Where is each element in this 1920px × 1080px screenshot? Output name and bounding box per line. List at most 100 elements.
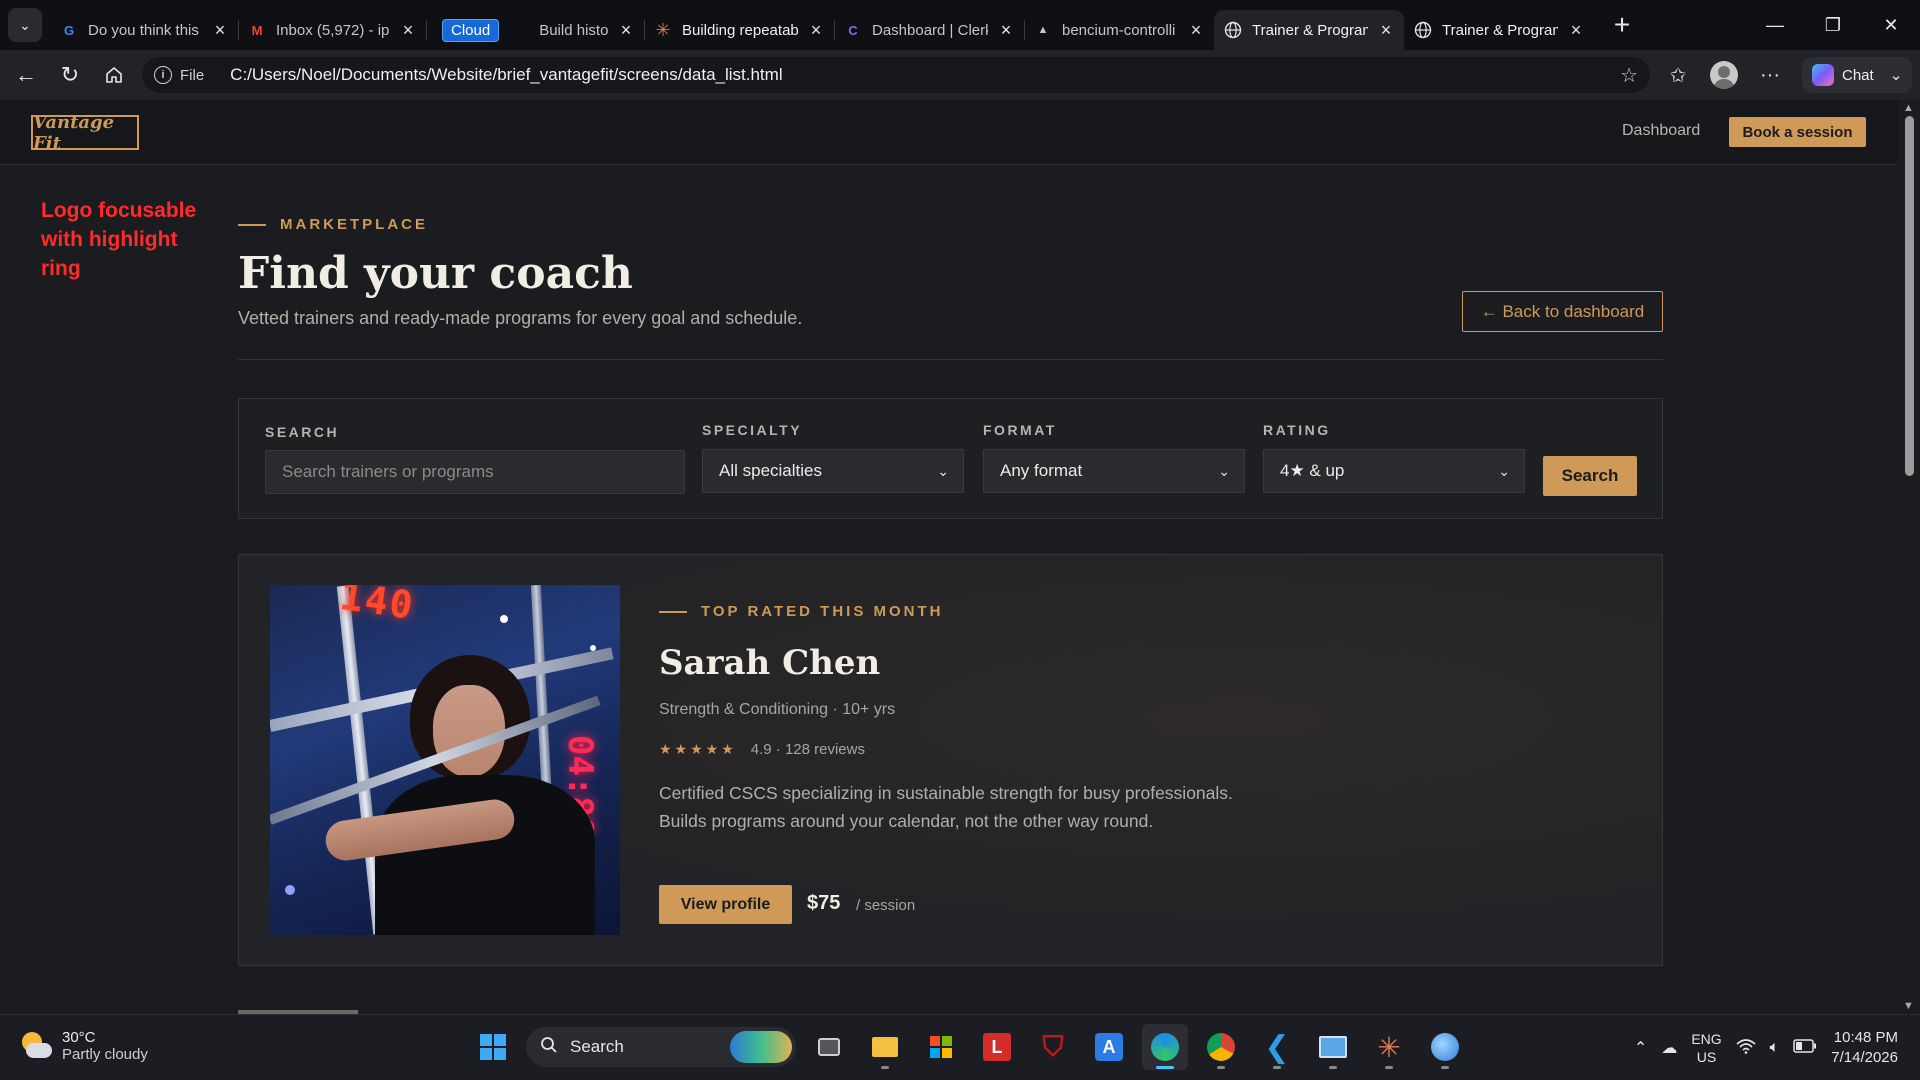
- vscode-icon[interactable]: ❮: [1254, 1024, 1300, 1070]
- featured-trainer-card: 140 04:80 TOP RATED THIS MONTH Sarah Che…: [238, 554, 1663, 966]
- lastpass-icon[interactable]: L: [974, 1024, 1020, 1070]
- photo-element: [500, 615, 508, 623]
- section-eyebrow: MARKETPLACE: [238, 216, 428, 233]
- info-icon[interactable]: i: [154, 66, 172, 84]
- close-icon[interactable]: ×: [618, 21, 634, 39]
- view-profile-button[interactable]: View profile: [659, 885, 792, 924]
- scroll-down-icon[interactable]: ▼: [1903, 1000, 1914, 1012]
- scheme-label: File: [180, 66, 205, 84]
- close-icon[interactable]: ×: [1378, 21, 1394, 39]
- favorites-icon[interactable]: ✩: [1658, 55, 1698, 95]
- start-button[interactable]: [470, 1024, 516, 1070]
- close-window-icon[interactable]: ✕: [1862, 0, 1920, 50]
- globe-icon: [1414, 21, 1432, 39]
- chrome-icon[interactable]: [1198, 1024, 1244, 1070]
- vercel-icon: ▲: [1037, 24, 1049, 36]
- rating-select[interactable]: 4★ & up ⌄: [1263, 449, 1525, 493]
- browser-app-icon[interactable]: [1422, 1024, 1468, 1070]
- browser-tab[interactable]: C Dashboard | Clerk ×: [834, 10, 1024, 50]
- photo-element: [375, 775, 595, 935]
- close-icon[interactable]: ×: [400, 21, 416, 39]
- format-select[interactable]: Any format ⌄: [983, 449, 1245, 493]
- url-text[interactable]: C:/Users/Noel/Documents/Website/brief_va…: [230, 65, 1612, 85]
- book-session-button[interactable]: Book a session: [1729, 117, 1866, 147]
- scrollbar-thumb[interactable]: [1905, 116, 1914, 476]
- home-icon[interactable]: [92, 53, 136, 97]
- search-label: Search: [570, 1037, 624, 1056]
- drawing-app-icon[interactable]: A: [1086, 1024, 1132, 1070]
- format-value: Any format: [1000, 461, 1083, 480]
- file-explorer-icon[interactable]: [862, 1024, 908, 1070]
- chevron-down-icon: ⌄: [1889, 67, 1903, 84]
- browser-tab[interactable]: ✳ Building repeatabl ×: [644, 10, 834, 50]
- remote-desktop-icon[interactable]: [1310, 1024, 1356, 1070]
- chevron-up-icon[interactable]: ⌃: [1634, 1038, 1647, 1058]
- gmail-icon: M: [251, 22, 263, 38]
- trainer-name: Sarah Chen: [659, 643, 881, 683]
- claude-app-icon[interactable]: ✳: [1366, 1024, 1412, 1070]
- minimize-icon[interactable]: —: [1746, 0, 1804, 50]
- battery-icon[interactable]: [1793, 1038, 1817, 1058]
- photo-element: [285, 885, 295, 895]
- specialty-select[interactable]: All specialties ⌄: [702, 449, 964, 493]
- onedrive-icon[interactable]: ☁: [1661, 1038, 1677, 1058]
- close-icon[interactable]: ×: [998, 21, 1014, 39]
- browser-tab[interactable]: G Do you think this ×: [50, 10, 238, 50]
- close-icon[interactable]: ×: [1568, 21, 1584, 39]
- tab-title: Do you think this: [88, 21, 199, 39]
- page-subtitle: Vetted trainers and ready-made programs …: [238, 308, 803, 328]
- weather-widget[interactable]: 30°C Partly cloudy: [20, 1029, 148, 1063]
- search-label: SEARCH: [265, 424, 340, 440]
- browser-tab[interactable]: Cloud Build history – Clo ×: [426, 10, 644, 50]
- mcafee-icon[interactable]: ⛉: [1030, 1024, 1076, 1070]
- scroll-up-icon[interactable]: ▲: [1903, 102, 1914, 114]
- new-tab-button[interactable]: +: [1600, 3, 1644, 47]
- browser-tab[interactable]: ▲ bencium-controlli ×: [1024, 10, 1214, 50]
- restore-icon[interactable]: ❐: [1804, 0, 1862, 50]
- close-icon[interactable]: ×: [808, 21, 824, 39]
- volume-icon[interactable]: 🔈︎: [1770, 1039, 1780, 1057]
- address-bar[interactable]: i File C:/Users/Noel/Documents/Website/b…: [142, 57, 1650, 93]
- search-icon: [540, 1036, 558, 1059]
- chevron-down-icon: ⌄: [8, 8, 42, 42]
- specialty-value: All specialties: [719, 461, 822, 480]
- price-unit: / session: [856, 897, 916, 914]
- close-icon[interactable]: ×: [1188, 21, 1204, 39]
- wifi-icon[interactable]: [1736, 1038, 1756, 1059]
- reload-icon[interactable]: ↻: [48, 53, 92, 97]
- photo-element: [433, 685, 505, 777]
- copilot-icon: [1812, 64, 1834, 86]
- search-highlight-image: [730, 1031, 792, 1063]
- more-menu-icon[interactable]: ···: [1750, 55, 1790, 95]
- tab-title: Inbox (5,972) - ip: [276, 21, 390, 39]
- tab-title: bencium-controlli: [1062, 21, 1176, 39]
- browser-tab-active[interactable]: Trainer & Program ×: [1214, 10, 1404, 50]
- back-arrow-icon[interactable]: ←: [4, 53, 48, 97]
- chevron-down-icon: ⌄: [1218, 462, 1230, 479]
- browser-tab[interactable]: Trainer & Program ×: [1404, 10, 1594, 50]
- browser-tab[interactable]: M Inbox (5,972) - ip ×: [238, 10, 426, 50]
- search-input[interactable]: Search trainers or programs: [265, 450, 685, 494]
- edge-browser-icon[interactable]: [1142, 1024, 1188, 1070]
- page-scrollbar[interactable]: ▲ ▼: [1898, 100, 1920, 1014]
- tab-actions-menu[interactable]: ⌄: [0, 0, 50, 50]
- chevron-down-icon: ⌄: [937, 462, 949, 479]
- copilot-chat-button[interactable]: Chat ⌄: [1802, 57, 1913, 93]
- system-clock[interactable]: 10:48 PM 7/14/2026: [1831, 1028, 1898, 1068]
- search-button[interactable]: Search: [1543, 456, 1637, 496]
- favorite-star-icon[interactable]: ☆: [1620, 63, 1638, 88]
- input-language[interactable]: ENG US: [1691, 1030, 1721, 1066]
- tab-title: Building repeatabl: [682, 21, 798, 39]
- filter-panel: SEARCH Search trainers or programs SPECI…: [238, 398, 1663, 519]
- task-view-icon[interactable]: [806, 1024, 852, 1070]
- site-logo[interactable]: Vantage Fit: [31, 112, 139, 154]
- back-to-dashboard-button[interactable]: ← Back to dashboard: [1462, 291, 1663, 332]
- taskbar-apps: Search L ⛉ A ❮ ✳: [470, 1024, 1468, 1070]
- microsoft-store-icon[interactable]: [918, 1024, 964, 1070]
- trainer-photo: 140 04:80: [270, 585, 620, 935]
- google-icon: G: [63, 22, 75, 38]
- taskbar-search[interactable]: Search: [526, 1027, 796, 1067]
- profile-avatar[interactable]: [1704, 55, 1744, 95]
- nav-dashboard-link[interactable]: Dashboard: [1622, 122, 1700, 140]
- close-icon[interactable]: ×: [212, 21, 228, 39]
